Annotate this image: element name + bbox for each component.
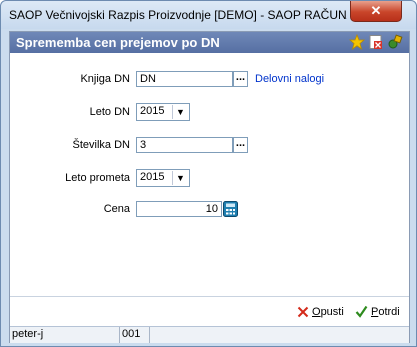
knjiga-dn-input[interactable]: DN xyxy=(136,71,233,87)
leto-prometa-select[interactable]: 2015 ▼ xyxy=(136,169,190,187)
leto-dn-value: 2015 xyxy=(140,105,165,117)
status-code: 001 xyxy=(120,327,150,343)
confirm-label-rest: otrdi xyxy=(378,306,400,318)
knjiga-dn-browse-button[interactable]: ... xyxy=(233,71,248,87)
stevilka-dn-input[interactable]: 3 xyxy=(136,137,233,153)
confirm-label: Potrdi xyxy=(371,306,400,318)
form-area: Knjiga DN DN ... Delovni nalogi Leto DN … xyxy=(10,53,409,296)
cancel-hotkey: O xyxy=(312,306,321,318)
dialog-footer: Opusti Potrdi xyxy=(10,296,409,327)
status-user: peter-j xyxy=(10,327,120,343)
delovni-nalogi-link[interactable]: Delovni nalogi xyxy=(255,73,324,85)
dialog-title: Sprememba cen prejemov po DN xyxy=(16,35,220,50)
stevilka-dn-browse-button[interactable]: ... xyxy=(233,137,248,153)
document-close-icon[interactable] xyxy=(368,34,384,50)
title-bar[interactable]: SAOP Večnivojski Razpis Proizvodnje [DEM… xyxy=(1,1,416,29)
status-bar: peter-j 001 xyxy=(10,326,409,343)
stevilka-dn-label: Številka DN xyxy=(72,139,130,151)
star-icon[interactable] xyxy=(349,34,365,50)
cena-input[interactable]: 10 xyxy=(136,201,222,217)
chevron-down-icon[interactable]: ▼ xyxy=(172,105,188,119)
dialog-header: Sprememba cen prejemov po DN xyxy=(10,32,409,53)
leto-dn-select[interactable]: 2015 ▼ xyxy=(136,103,190,121)
close-button[interactable]: ✕ xyxy=(350,1,402,22)
knjiga-dn-label: Knjiga DN xyxy=(80,73,130,85)
cancel-label: Opusti xyxy=(312,306,344,318)
chevron-down-icon[interactable]: ▼ xyxy=(172,171,188,185)
calculator-icon[interactable] xyxy=(223,201,238,217)
leto-prometa-value: 2015 xyxy=(140,171,165,183)
application-window: SAOP Večnivojski Razpis Proizvodnje [DEM… xyxy=(0,0,417,347)
leto-dn-label: Leto DN xyxy=(89,106,130,118)
leto-prometa-label: Leto prometa xyxy=(65,172,130,184)
close-icon xyxy=(297,306,309,318)
cena-label: Cena xyxy=(103,203,130,215)
window-title: SAOP Večnivojski Razpis Proizvodnje [DEM… xyxy=(9,8,347,22)
tools-icon[interactable] xyxy=(387,34,403,50)
dialog-client-area: Sprememba cen prejemov po DN Knjiga DN D… xyxy=(9,31,410,343)
cancel-label-rest: pusti xyxy=(320,306,344,318)
checkmark-icon xyxy=(355,305,368,318)
